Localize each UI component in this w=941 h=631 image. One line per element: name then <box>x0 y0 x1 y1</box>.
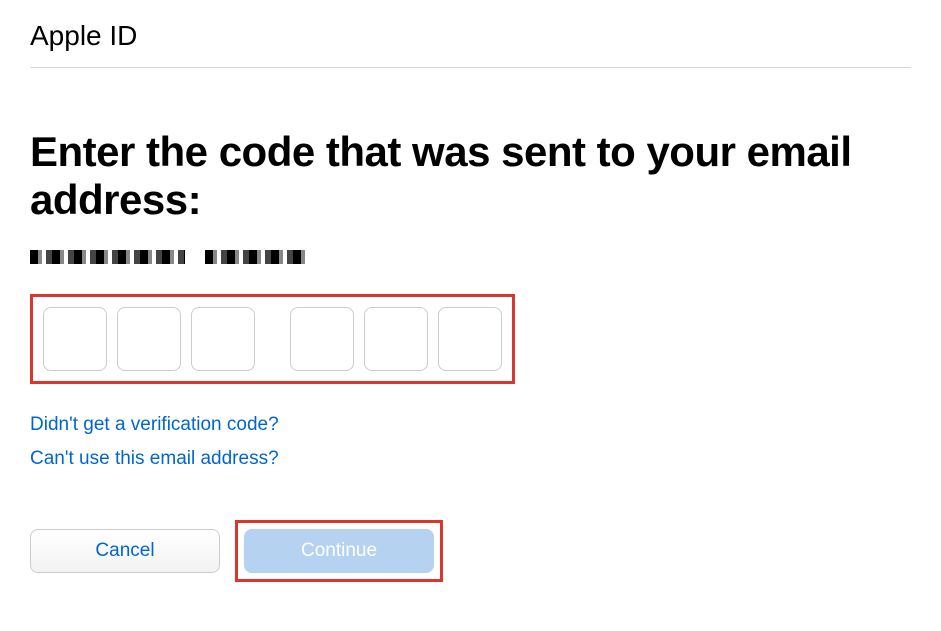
verification-code-highlight <box>30 294 515 384</box>
code-digit-1[interactable] <box>43 307 107 371</box>
continue-button-highlight: Continue <box>235 520 443 582</box>
help-links: Didn't get a verification code? Can't us… <box>30 414 911 470</box>
cant-use-email-link[interactable]: Can't use this email address? <box>30 448 911 470</box>
button-row: Cancel Continue <box>30 520 911 582</box>
code-digit-5[interactable] <box>364 307 428 371</box>
code-digit-4[interactable] <box>290 307 354 371</box>
header: Apple ID <box>30 20 911 68</box>
code-digit-6[interactable] <box>438 307 502 371</box>
page-title: Apple ID <box>30 20 911 52</box>
verification-code-inputs <box>43 307 502 371</box>
didnt-get-code-link[interactable]: Didn't get a verification code? <box>30 414 911 436</box>
code-digit-2[interactable] <box>117 307 181 371</box>
main-heading: Enter the code that was sent to your ema… <box>30 128 911 225</box>
email-address-redacted <box>30 250 911 264</box>
redacted-text <box>205 250 305 264</box>
code-digit-3[interactable] <box>191 307 255 371</box>
continue-button[interactable]: Continue <box>244 529 434 573</box>
redacted-text <box>30 250 185 264</box>
code-group-spacer <box>265 307 280 371</box>
cancel-button[interactable]: Cancel <box>30 529 220 573</box>
code-group-1 <box>43 307 255 371</box>
code-group-2 <box>290 307 502 371</box>
